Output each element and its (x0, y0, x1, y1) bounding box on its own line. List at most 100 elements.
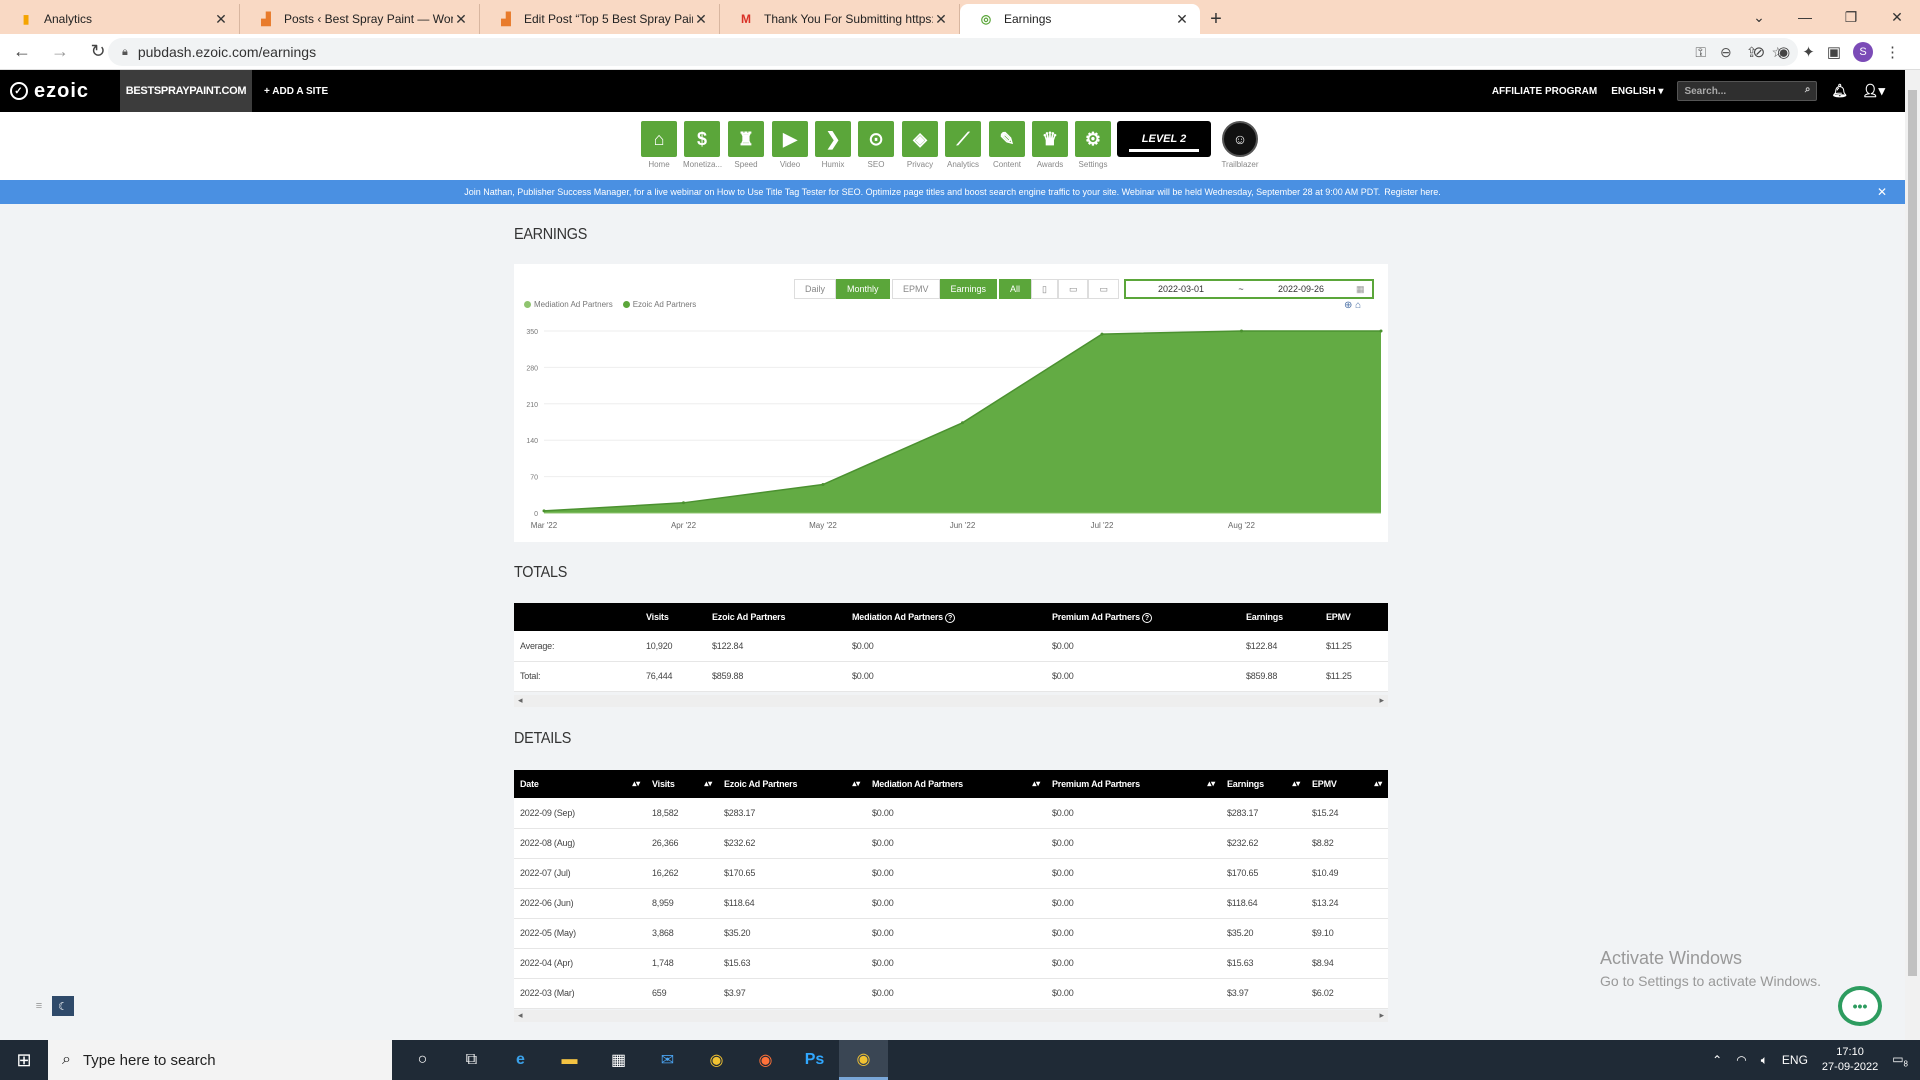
tool-monetization[interactable]: $ Monetiza... (683, 121, 722, 169)
scrollbar-thumb[interactable] (1908, 90, 1917, 976)
user-menu-icon[interactable]: 👤︎▾ (1862, 83, 1885, 99)
notifications-icon[interactable]: ▭8 (1892, 1052, 1908, 1068)
sort-icon[interactable]: ▴▾ (1374, 779, 1382, 788)
chrome-active-icon[interactable]: ◉ (839, 1040, 888, 1080)
tool-privacy[interactable]: ◈ Privacy (901, 121, 939, 169)
affiliate-program-link[interactable]: AFFILIATE PROGRAM (1492, 86, 1597, 97)
moon-icon[interactable]: ☾ (52, 996, 74, 1016)
close-tab-icon[interactable]: ✕ (1174, 11, 1190, 28)
url-input[interactable]: 🔒︎ pubdash.ezoic.com/earnings ⚿ ⊖ ⇪ ☆ (108, 38, 1798, 66)
close-tab-icon[interactable]: ✕ (213, 11, 229, 28)
windows-taskbar: ⊞ ⌕ Type here to search ○ ⧉ e ▬ ▦ ✉ ◉ ◉ … (0, 1040, 1920, 1080)
back-icon[interactable]: ← (6, 37, 38, 67)
firefox-icon[interactable]: ◉ (741, 1040, 790, 1080)
chat-support-icon[interactable]: ••• (1838, 986, 1882, 1026)
chrome-icon[interactable]: ◉ (692, 1040, 741, 1080)
close-tab-icon[interactable]: ✕ (933, 11, 949, 28)
sort-icon[interactable]: ▴▾ (704, 779, 712, 788)
tab-posts[interactable]: ▟ Posts ‹ Best Spray Paint — WordPress ✕ (240, 4, 480, 34)
page-vertical-scrollbar[interactable] (1905, 70, 1920, 1040)
close-tab-icon[interactable]: ✕ (693, 11, 709, 28)
restore-icon[interactable]: ❐ (1828, 0, 1874, 34)
close-window-icon[interactable]: ✕ (1874, 0, 1920, 34)
wifi-icon[interactable]: ◠ (1736, 1053, 1746, 1067)
language-indicator[interactable]: ENG (1782, 1053, 1808, 1067)
scroll-right-icon[interactable]: ▸ (1379, 1010, 1384, 1021)
puzzle-icon[interactable]: ✦ (1802, 43, 1815, 61)
tool-humix[interactable]: ❯ Humix (814, 121, 852, 169)
sort-icon[interactable]: ▴▾ (1292, 779, 1300, 788)
col-mediation[interactable]: Mediation Ad Partners ▴▾ (866, 770, 1046, 798)
col-ezoic[interactable]: Ezoic Ad Partners ▴▾ (718, 770, 866, 798)
col-earnings[interactable]: Earnings ▴▾ (1221, 770, 1306, 798)
profile-avatar[interactable]: S (1853, 42, 1873, 62)
menu-dots-icon[interactable]: ⋮ (1885, 43, 1900, 61)
scroll-right-icon[interactable]: ▸ (1379, 695, 1384, 706)
col-date[interactable]: Date ▴▾ (514, 770, 646, 798)
mail-icon[interactable]: ✉ (643, 1040, 692, 1080)
col-visits[interactable]: Visits ▴▾ (646, 770, 718, 798)
help-icon[interactable]: ? (1141, 612, 1152, 623)
col-premium[interactable]: Premium Ad Partners ▴▾ (1046, 770, 1221, 798)
table-cell: $122.84 (706, 631, 846, 662)
extension-icon[interactable]: ⊘ (1753, 43, 1766, 61)
extension-icon[interactable]: ◉ (1777, 43, 1790, 61)
tab-earnings[interactable]: ◎ Earnings ✕ (960, 4, 1200, 34)
sort-icon[interactable]: ▴▾ (632, 779, 640, 788)
site-search-input[interactable]: Search... ⌕ (1677, 81, 1818, 101)
bell-icon[interactable]: 🔔︎ (1831, 83, 1848, 99)
windows-start-icon[interactable]: ⊞ (0, 1040, 48, 1080)
tab-gmail[interactable]: M Thank You For Submitting https:// ✕ (720, 4, 960, 34)
tool-content[interactable]: ✎ Content (988, 121, 1026, 169)
details-horizontal-scrollbar[interactable]: ◂ ▸ (514, 1010, 1388, 1022)
add-site-link[interactable]: + ADD A SITE (264, 86, 328, 97)
photoshop-icon[interactable]: Ps (790, 1040, 839, 1080)
tool-speed[interactable]: ♜ Speed (727, 121, 765, 169)
chevron-up-icon[interactable]: ⌃ (1712, 1053, 1722, 1067)
edge-icon[interactable]: e (496, 1040, 545, 1080)
new-tab-button[interactable]: + (1200, 4, 1232, 34)
tab-analytics[interactable]: ▮ Analytics ✕ (0, 4, 240, 34)
clock[interactable]: 17:10 27-09-2022 (1822, 1045, 1878, 1075)
tool-video[interactable]: ▶ Video (771, 121, 809, 169)
close-tab-icon[interactable]: ✕ (453, 11, 469, 28)
col-epmv[interactable]: EPMV ▴▾ (1306, 770, 1388, 798)
totals-horizontal-scrollbar[interactable]: ◂ ▸ (514, 695, 1388, 707)
file-explorer-icon[interactable]: ▬ (545, 1040, 594, 1080)
minimize-icon[interactable]: — (1782, 0, 1828, 34)
key-icon[interactable]: ⚿ (1695, 44, 1706, 61)
tab-edit-post[interactable]: ▟ Edit Post “Top 5 Best Spray Paints ✕ (480, 4, 720, 34)
tool-settings[interactable]: ⚙ Settings (1074, 121, 1112, 169)
tab-search-icon[interactable]: ⌄ (1736, 0, 1782, 34)
zoom-icon[interactable]: ⊖ (1720, 44, 1732, 61)
tool-home[interactable]: ⌂ Home (640, 121, 678, 169)
taskbar-search-input[interactable]: ⌕ Type here to search (48, 1040, 392, 1080)
sort-icon[interactable]: ▴▾ (852, 779, 860, 788)
language-dropdown[interactable]: ENGLISH ▾ (1611, 86, 1663, 97)
site-selector[interactable]: BESTSPRAYPAINT.COM (120, 70, 252, 112)
table-cell: $0.00 (1046, 798, 1221, 829)
task-view-icon[interactable]: ⧉ (447, 1040, 496, 1080)
ezoic-logo[interactable]: ✓ ezoic (0, 70, 120, 112)
side-panel-icon[interactable]: ▣ (1827, 43, 1841, 61)
close-icon[interactable]: ✕ (1877, 185, 1887, 199)
register-link[interactable]: Register here. (1384, 187, 1441, 197)
lock-icon[interactable]: 🔒︎ (122, 46, 128, 59)
y-tick-label: 350 (526, 329, 538, 336)
list-icon[interactable]: ≡ (28, 996, 50, 1016)
sort-icon[interactable]: ▴▾ (1207, 779, 1215, 788)
scroll-left-icon[interactable]: ◂ (518, 1010, 523, 1021)
search-icon[interactable]: ⌕ (1805, 84, 1811, 95)
forward-icon[interactable]: → (44, 37, 76, 67)
store-icon[interactable]: ▦ (594, 1040, 643, 1080)
help-icon[interactable]: ? (944, 612, 955, 623)
cortana-icon[interactable]: ○ (398, 1040, 447, 1080)
level-badge[interactable]: LEVEL 2 (1117, 121, 1211, 157)
tool-awards[interactable]: ♛ Awards (1031, 121, 1069, 169)
tool-analytics[interactable]: ⟋ Analytics (944, 121, 982, 169)
scroll-left-icon[interactable]: ◂ (518, 695, 523, 706)
tool-seo[interactable]: ⊙ SEO (857, 121, 895, 169)
volume-icon[interactable]: 🔈︎ (1761, 1053, 1768, 1068)
trailblazer-badge[interactable]: ☺ Trailblazer (1220, 121, 1260, 169)
sort-icon[interactable]: ▴▾ (1032, 779, 1040, 788)
